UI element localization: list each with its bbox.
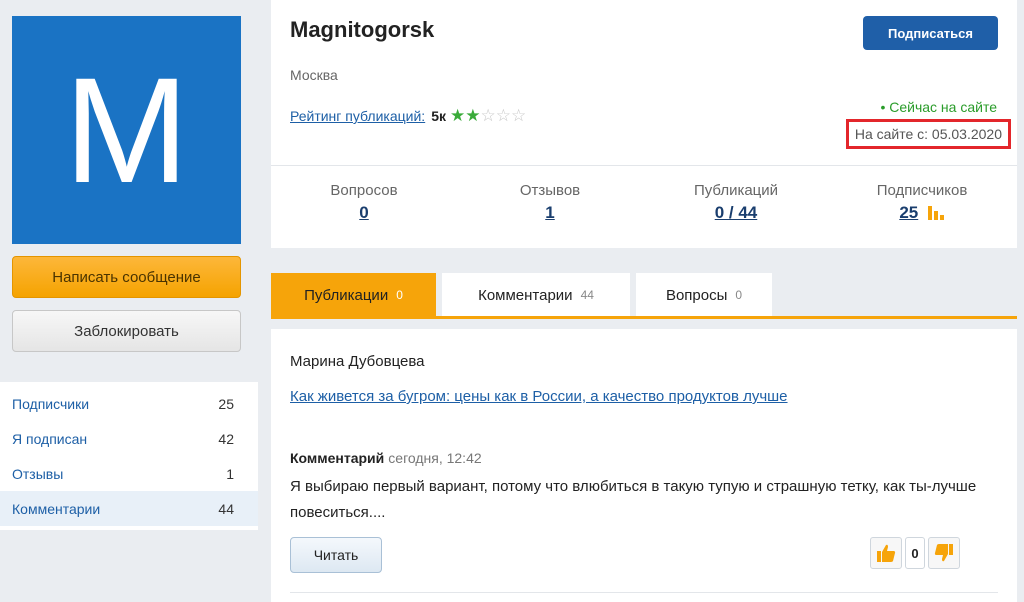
- tabs-underline: [271, 316, 1017, 319]
- rating-stars: ★★☆☆☆: [450, 106, 526, 126]
- like-button[interactable]: [870, 537, 902, 569]
- star-icon: ☆: [495, 106, 511, 125]
- read-button[interactable]: Читать: [290, 537, 382, 573]
- sidebar-item-reviews[interactable]: Отзывы 1: [0, 456, 258, 491]
- vote-controls: 0: [870, 537, 960, 569]
- tab-comments[interactable]: Комментарии 44: [442, 273, 630, 317]
- online-status: • Сейчас на сайте: [880, 99, 997, 115]
- sidebar-item-count: 1: [226, 465, 234, 482]
- star-icon: ★: [465, 106, 481, 125]
- stat-value[interactable]: 1: [545, 203, 554, 223]
- avatar: M: [12, 16, 241, 244]
- sidebar-item-label: Подписчики: [12, 395, 90, 412]
- stat-label: Подписчиков: [876, 182, 968, 199]
- star-icon: ☆: [480, 106, 496, 125]
- tab-questions[interactable]: Вопросы 0: [636, 273, 772, 317]
- rating-link[interactable]: Рейтинг публикаций:: [290, 108, 425, 124]
- tab-label: Публикации: [304, 286, 389, 304]
- sidebar-item-label: Я подписан: [12, 430, 88, 447]
- feed-item: Марина Дубовцева Как живется за бугром: …: [271, 329, 1017, 602]
- comment-text: Я выбираю первый вариант, потому что влю…: [290, 478, 977, 521]
- stat-value[interactable]: 0: [359, 203, 368, 223]
- comment-label: Комментарий: [290, 450, 385, 466]
- sidebar-item-count: 42: [218, 430, 234, 447]
- tab-count: 44: [580, 288, 594, 302]
- comment-time: сегодня, 12:42: [388, 450, 482, 466]
- subscribe-button[interactable]: Подписаться: [863, 16, 998, 50]
- block-button[interactable]: Заблокировать: [12, 310, 241, 352]
- tab-count: 0: [396, 288, 403, 302]
- sidebar-item-label: Комментарии: [12, 500, 101, 517]
- sidebar-item-count: 44: [218, 500, 234, 517]
- post-title-link[interactable]: Как живется за бугром: цены как в России…: [290, 384, 850, 409]
- rating-value: 5к: [431, 108, 446, 124]
- sidebar-item-label: Отзывы: [12, 465, 64, 482]
- sidebar-item-following[interactable]: Я подписан 42: [0, 421, 258, 456]
- tab-count: 0: [735, 288, 743, 302]
- stat-value[interactable]: 0 / 44: [715, 203, 758, 223]
- stat-publications: Публикаций 0 / 44: [643, 182, 829, 223]
- stat-questions: Вопросов 0: [271, 182, 457, 223]
- member-since: На сайте с: 05.03.2020: [845, 119, 1011, 149]
- stat-value[interactable]: 25: [899, 203, 918, 223]
- avatar-letter: M: [64, 46, 189, 214]
- thumbs-down-icon: [934, 544, 953, 562]
- dislike-button[interactable]: [928, 537, 960, 569]
- star-icon: ☆: [510, 106, 527, 125]
- stat-label: Публикаций: [693, 182, 779, 199]
- rating-row: Рейтинг публикаций: 5к ★★☆☆☆: [290, 106, 526, 126]
- profile-card: Magnitogorsk Москва Рейтинг публикаций: …: [271, 0, 1017, 248]
- post-author[interactable]: Марина Дубовцева: [290, 353, 425, 370]
- sidebar-item-comments[interactable]: Комментарии 44: [0, 491, 258, 526]
- stat-label: Вопросов: [330, 182, 398, 199]
- sidebar-item-count: 25: [218, 395, 234, 412]
- thumbs-up-icon: [877, 544, 896, 562]
- divider: [271, 165, 1017, 166]
- tab-label: Комментарии: [478, 286, 573, 304]
- tab-label: Вопросы: [665, 286, 728, 304]
- write-message-button[interactable]: Написать сообщение: [12, 256, 241, 298]
- bar-chart-icon: [927, 206, 944, 220]
- vote-count: 0: [905, 537, 925, 569]
- comment-meta: Комментарий сегодня, 12:42: [290, 450, 482, 466]
- stat-reviews: Отзывов 1: [457, 182, 643, 223]
- stat-subscribers: Подписчиков 25: [829, 182, 1015, 223]
- sidebar-item-subscribers[interactable]: Подписчики 25: [0, 386, 258, 421]
- profile-city: Москва: [290, 67, 338, 83]
- tab-publications[interactable]: Публикации 0: [271, 273, 436, 317]
- stat-label: Отзывов: [519, 182, 581, 199]
- star-icon: ★: [449, 106, 466, 125]
- divider: [290, 592, 998, 593]
- sidebar-list: Подписчики 25 Я подписан 42 Отзывы 1 Ком…: [0, 382, 258, 530]
- profile-name: Magnitogorsk: [290, 17, 435, 42]
